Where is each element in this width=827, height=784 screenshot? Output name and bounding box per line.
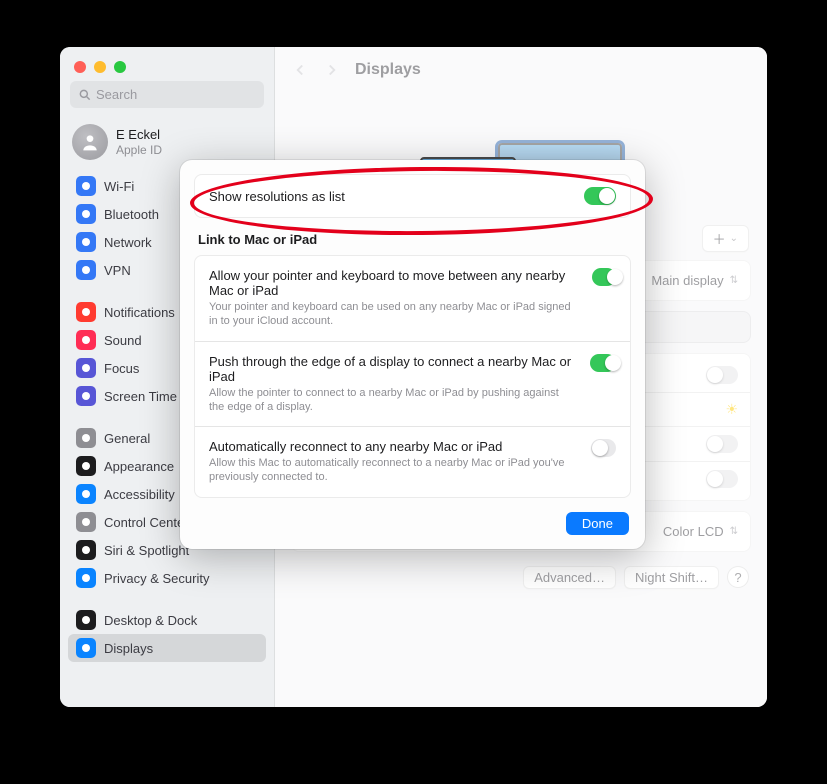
sidebar-item-label: Wi-Fi [104,179,134,194]
auto-reconnect-row: Automatically reconnect to any nearby Ma… [195,426,630,497]
search-field[interactable] [70,81,264,108]
search-icon [78,88,92,102]
sidebar-item-label: Desktop & Dock [104,613,197,628]
sidebar-item-label: Notifications [104,305,175,320]
traffic-lights [60,47,274,81]
push-through-title: Push through the edge of a display to co… [209,354,576,384]
push-through-toggle[interactable] [590,354,616,372]
sidebar-item-label: Privacy & Security [104,571,209,586]
help-button[interactable]: ? [727,566,749,588]
sidebar-item-label: Bluetooth [104,207,159,222]
sidebar-icon [76,638,96,658]
sidebar-item-label: Appearance [104,459,174,474]
sidebar-item-label: Displays [104,641,153,656]
sun-icon: ☀︎ [725,401,738,418]
sidebar-item-label: VPN [104,263,131,278]
back-button[interactable] [291,61,309,79]
sidebar-icon [76,330,96,350]
show-resolutions-toggle[interactable] [584,187,616,205]
link-section-title: Link to Mac or iPad [194,218,631,255]
advanced-sheet: Show resolutions as list Link to Mac or … [180,160,645,549]
auto-reconnect-desc: Allow this Mac to automatically reconnec… [209,456,577,485]
sidebar-icon [76,204,96,224]
sidebar-item-label: Network [104,235,152,250]
zoom-window[interactable] [114,61,126,73]
forward-button[interactable] [323,61,341,79]
chevron-down-icon: ⌄ [730,233,738,244]
sidebar-item-label: Screen Time [104,389,177,404]
sidebar-icon [76,512,96,532]
use-as-value: Main display [651,273,723,288]
sidebar-item-label: Sound [104,333,142,348]
sidebar-item-label: General [104,431,150,446]
push-through-desc: Allow the pointer to connect to a nearby… [209,386,576,415]
sidebar-icon [76,358,96,378]
sidebar-icon [76,176,96,196]
sidebar-item-label: Control Center [104,515,189,530]
push-through-row: Push through the edge of a display to co… [195,341,630,427]
sidebar-icon [76,428,96,448]
refresh-toggle[interactable] [706,435,738,453]
show-resolutions-label: Show resolutions as list [209,189,345,204]
updown-icon: ⇅ [730,275,738,286]
sidebar-icon [76,232,96,252]
updown-icon: ⇅ [730,526,738,537]
auto-brightness-toggle[interactable] [706,366,738,384]
sidebar-item-privacy-security[interactable]: Privacy & Security [68,564,266,592]
sidebar-icon [76,260,96,280]
content-header: Displays [275,47,767,89]
account-name: E Eckel [116,127,162,143]
sidebar-icon [76,540,96,560]
plus-icon: ＋ [713,229,726,248]
sidebar-item-desktop-dock[interactable]: Desktop & Dock [68,606,266,634]
advanced-button[interactable]: Advanced… [523,566,616,589]
sidebar-item-label: Accessibility [104,487,175,502]
sidebar-item-label: Siri & Spotlight [104,543,189,558]
sidebar-icon [76,568,96,588]
done-button[interactable]: Done [566,512,629,535]
sidebar-icon [76,386,96,406]
sidebar-icon [76,302,96,322]
search-input[interactable] [92,85,256,104]
sidebar-icon [76,610,96,630]
minimize-window[interactable] [94,61,106,73]
account-sub: Apple ID [116,143,162,157]
night-shift-button[interactable]: Night Shift… [624,566,719,589]
allow-pointer-row: Allow your pointer and keyboard to move … [195,256,630,341]
sidebar-icon [76,484,96,504]
allow-pointer-title: Allow your pointer and keyboard to move … [209,268,578,298]
color-profile-value: Color LCD [663,524,724,539]
page-title: Displays [355,61,421,79]
avatar [72,124,108,160]
sidebar-item-label: Focus [104,361,139,376]
allow-pointer-desc: Your pointer and keyboard can be used on… [209,300,578,329]
auto-reconnect-toggle[interactable] [591,439,616,457]
auto-reconnect-title: Automatically reconnect to any nearby Ma… [209,439,577,454]
hdr-toggle[interactable] [706,470,738,488]
close-window[interactable] [74,61,86,73]
add-display-button[interactable]: ＋ ⌄ [702,225,749,252]
sidebar-icon [76,456,96,476]
sidebar-item-displays[interactable]: Displays [68,634,266,662]
allow-pointer-toggle[interactable] [592,268,616,286]
show-resolutions-row: Show resolutions as list [195,175,630,217]
